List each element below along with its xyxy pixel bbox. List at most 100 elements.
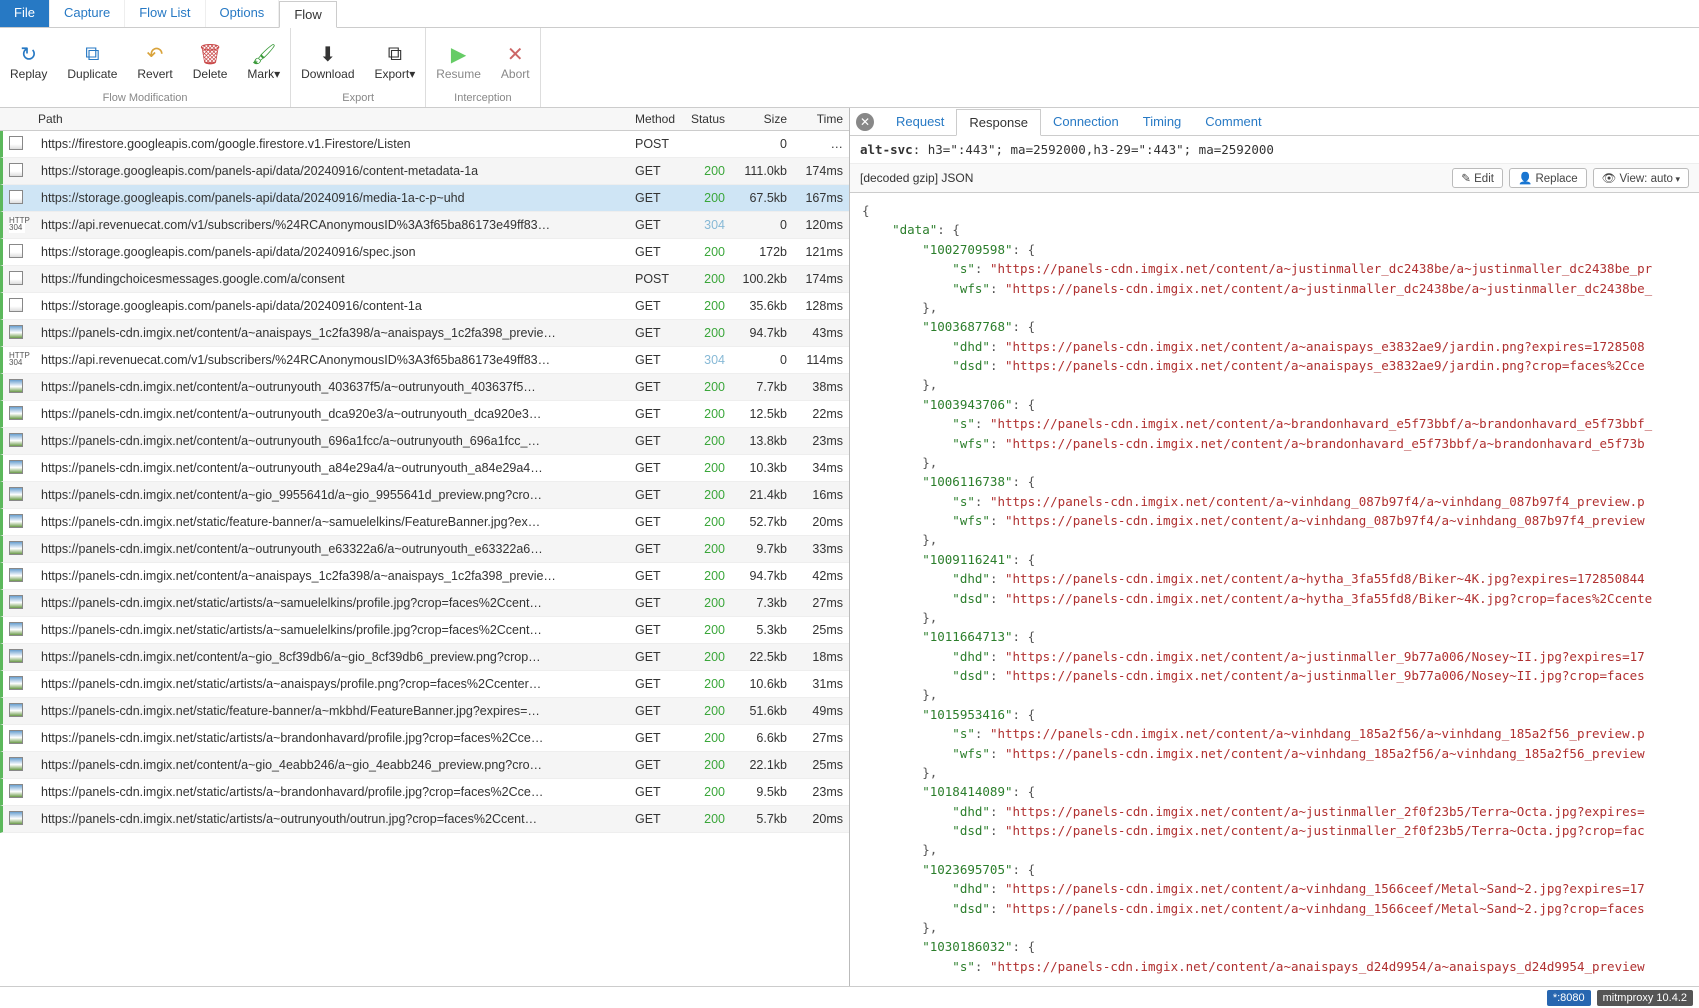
flow-row[interactable]: https://panels-cdn.imgix.net/static/arti…	[0, 806, 849, 833]
flow-status: 200	[683, 623, 731, 637]
flow-row[interactable]: https://storage.googleapis.com/panels-ap…	[0, 239, 849, 266]
flow-time: 174ms	[793, 272, 849, 286]
flow-size: 5.3kb	[731, 623, 793, 637]
document-icon	[9, 190, 23, 204]
statusbar: *:8080 mitmproxy 10.4.2	[0, 986, 1699, 1008]
flow-size: 111.0kb	[731, 164, 793, 178]
flow-method: POST	[629, 137, 683, 151]
revert-button[interactable]: ↶Revert	[127, 32, 182, 91]
tab-request[interactable]: Request	[884, 109, 956, 134]
flow-status: 200	[683, 326, 731, 340]
flow-row[interactable]: HTTP304https://api.revenuecat.com/v1/sub…	[0, 347, 849, 374]
flow-size: 51.6kb	[731, 704, 793, 718]
flow-status: 304	[683, 353, 731, 367]
flow-row[interactable]: https://fundingchoicesmessages.google.co…	[0, 266, 849, 293]
flow-row[interactable]: https://panels-cdn.imgix.net/content/a~o…	[0, 455, 849, 482]
col-status[interactable]: Status	[683, 108, 731, 130]
flow-row[interactable]: https://panels-cdn.imgix.net/content/a~g…	[0, 482, 849, 509]
flow-row[interactable]: https://panels-cdn.imgix.net/static/feat…	[0, 698, 849, 725]
flow-time: 16ms	[793, 488, 849, 502]
flow-row[interactable]: https://panels-cdn.imgix.net/content/a~o…	[0, 401, 849, 428]
image-icon	[9, 757, 23, 771]
col-time[interactable]: Time	[793, 108, 849, 130]
flow-row[interactable]: https://storage.googleapis.com/panels-ap…	[0, 158, 849, 185]
flow-row[interactable]: https://panels-cdn.imgix.net/content/a~a…	[0, 563, 849, 590]
view-mode-button[interactable]: 👁 View: auto	[1593, 168, 1689, 188]
col-path[interactable]: Path	[32, 108, 629, 130]
menu-file[interactable]: File	[0, 0, 50, 27]
flow-row[interactable]: https://panels-cdn.imgix.net/content/a~g…	[0, 752, 849, 779]
flow-row[interactable]: https://panels-cdn.imgix.net/static/arti…	[0, 590, 849, 617]
flow-method: GET	[629, 164, 683, 178]
flow-row[interactable]: https://firestore.googleapis.com/google.…	[0, 131, 849, 158]
flow-size: 94.7kb	[731, 326, 793, 340]
flow-row[interactable]: https://storage.googleapis.com/panels-ap…	[0, 293, 849, 320]
image-icon	[9, 703, 23, 717]
resume-button[interactable]: ▶Resume	[426, 32, 491, 91]
flow-row[interactable]: HTTP304https://api.revenuecat.com/v1/sub…	[0, 212, 849, 239]
flow-row[interactable]: https://panels-cdn.imgix.net/content/a~o…	[0, 374, 849, 401]
export-button[interactable]: ⧉Export▾	[365, 32, 426, 91]
flow-row[interactable]: https://panels-cdn.imgix.net/static/arti…	[0, 617, 849, 644]
delete-button[interactable]: 🗑Delete	[183, 32, 238, 91]
edit-button[interactable]: ✎ Edit	[1452, 168, 1503, 188]
response-header-line: alt-svc: h3=":443"; ma=2592000,h3-29=":4…	[850, 136, 1699, 164]
json-body[interactable]: { "data": { "1002709598": { "s": "https:…	[850, 193, 1699, 984]
flow-method: GET	[629, 353, 683, 367]
flow-status: 200	[683, 677, 731, 691]
abort-button[interactable]: ✕Abort	[491, 32, 540, 91]
flow-method: GET	[629, 407, 683, 421]
replay-button[interactable]: ↻Replay	[0, 32, 57, 91]
flow-time: 23ms	[793, 434, 849, 448]
flow-path: https://fundingchoicesmessages.google.co…	[35, 272, 629, 286]
flow-time: 22ms	[793, 407, 849, 421]
mark-button[interactable]: 🖌Mark▾	[237, 32, 290, 91]
http-304-icon: HTTP304	[9, 352, 25, 368]
flow-path: https://panels-cdn.imgix.net/content/a~g…	[35, 758, 629, 772]
flow-row[interactable]: https://storage.googleapis.com/panels-ap…	[0, 185, 849, 212]
tab-response[interactable]: Response	[956, 109, 1041, 136]
document-icon	[9, 163, 23, 177]
flow-size: 7.3kb	[731, 596, 793, 610]
tab-connection[interactable]: Connection	[1041, 109, 1131, 134]
flow-status: 200	[683, 731, 731, 745]
flow-row[interactable]: https://panels-cdn.imgix.net/content/a~o…	[0, 428, 849, 455]
flow-path: https://storage.googleapis.com/panels-ap…	[35, 299, 629, 313]
flow-row[interactable]: https://panels-cdn.imgix.net/content/a~o…	[0, 536, 849, 563]
menu-flow[interactable]: Flow	[279, 1, 336, 28]
col-method[interactable]: Method	[629, 108, 683, 130]
flow-path: https://panels-cdn.imgix.net/static/feat…	[35, 515, 629, 529]
flow-path: https://panels-cdn.imgix.net/content/a~o…	[35, 434, 629, 448]
image-icon	[9, 541, 23, 555]
download-button[interactable]: ⬇Download	[291, 32, 364, 91]
http-304-icon: HTTP304	[9, 217, 25, 233]
flow-status: 200	[683, 758, 731, 772]
flow-size: 67.5kb	[731, 191, 793, 205]
flow-status: 200	[683, 434, 731, 448]
flow-row[interactable]: https://panels-cdn.imgix.net/content/a~g…	[0, 644, 849, 671]
flow-status: 200	[683, 191, 731, 205]
menu-options[interactable]: Options	[206, 0, 280, 27]
flow-time: 20ms	[793, 515, 849, 529]
replace-button[interactable]: 👤 Replace	[1509, 168, 1587, 188]
document-icon	[9, 271, 23, 285]
flow-row[interactable]: https://panels-cdn.imgix.net/content/a~a…	[0, 320, 849, 347]
col-size[interactable]: Size	[731, 108, 793, 130]
flow-path: https://panels-cdn.imgix.net/content/a~o…	[35, 542, 629, 556]
flow-time: 33ms	[793, 542, 849, 556]
menu-flowlist[interactable]: Flow List	[125, 0, 205, 27]
flow-row[interactable]: https://panels-cdn.imgix.net/static/arti…	[0, 779, 849, 806]
status-proxy: *:8080	[1547, 990, 1591, 1006]
duplicate-button[interactable]: ⧉Duplicate	[57, 32, 127, 91]
flow-header-row: Path Method Status Size Time	[0, 108, 849, 131]
flow-row[interactable]: https://panels-cdn.imgix.net/static/arti…	[0, 725, 849, 752]
flow-time: 120ms	[793, 218, 849, 232]
flow-method: GET	[629, 380, 683, 394]
flow-method: GET	[629, 785, 683, 799]
flow-row[interactable]: https://panels-cdn.imgix.net/static/arti…	[0, 671, 849, 698]
flow-row[interactable]: https://panels-cdn.imgix.net/static/feat…	[0, 509, 849, 536]
tab-comment[interactable]: Comment	[1193, 109, 1273, 134]
menu-capture[interactable]: Capture	[50, 0, 125, 27]
close-detail-button[interactable]: ✕	[856, 113, 874, 131]
tab-timing[interactable]: Timing	[1131, 109, 1194, 134]
